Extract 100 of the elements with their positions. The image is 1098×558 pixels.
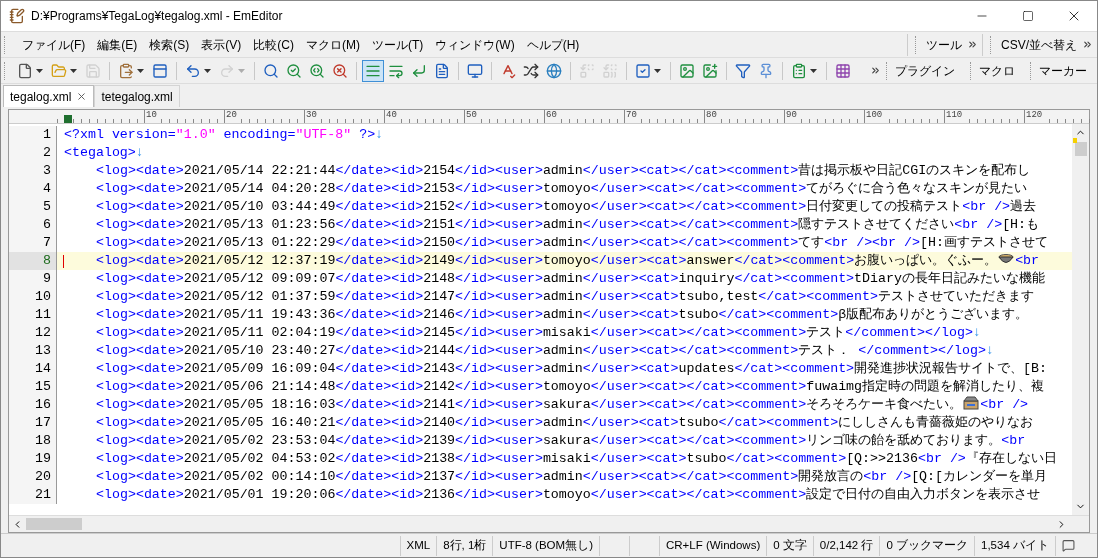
ruler-label: 110 [944, 110, 963, 123]
xml-tag: <log><date> [96, 307, 184, 322]
line-number: 4 [43, 181, 51, 196]
line-number: 2 [43, 145, 51, 160]
bowl-icon [998, 252, 1015, 266]
replace-icon [602, 62, 618, 79]
code-text: tsubo [678, 415, 719, 430]
code-text: 2021/05/10 23:40:27 [183, 343, 336, 358]
xml-tag: </comment></log> [845, 325, 973, 340]
more-icon[interactable] [1082, 39, 1093, 50]
toolbar-menu-button[interactable]: ツール [923, 35, 965, 54]
code-text: 2147 [423, 289, 456, 304]
xml-tag: </date><id> [335, 433, 424, 448]
code-text: admin [542, 163, 583, 178]
filter-icon [735, 62, 751, 79]
xml-tag: </id><user> [455, 217, 543, 232]
vertical-scrollbar[interactable] [1072, 124, 1089, 515]
new-file-icon [17, 62, 33, 79]
line-number: 13 [35, 343, 51, 358]
code-text: admin [542, 217, 583, 232]
ruler-label: 70 [624, 110, 637, 123]
line-end-mark: ↓ [135, 145, 144, 160]
code-text: 2136 [423, 487, 456, 502]
maximize-icon [1022, 10, 1034, 22]
file-tab[interactable]: tetegalog.xml [94, 85, 180, 107]
toolbar-menu-button[interactable]: プラグイン [893, 61, 963, 80]
attribute-value: "UTF-8" [295, 127, 352, 142]
xml-tag: <log><date> [96, 181, 184, 196]
xml-tag: </date><id> [335, 361, 424, 376]
message-icon[interactable] [1062, 539, 1075, 552]
xml-tag: </date><id> [335, 217, 424, 232]
more-icon[interactable] [870, 65, 881, 76]
menu-item[interactable]: 編集(E) [91, 33, 144, 56]
xml-tag: </user><cat></cat><comment> [590, 199, 807, 214]
code-text: 開発進捗状況報告サイトで、[B: [854, 361, 1048, 376]
horizontal-scrollbar[interactable] [9, 515, 1089, 532]
xml-tag: <log><date> [96, 235, 184, 250]
toolbar-menu-button[interactable]: マクロ [977, 61, 1023, 80]
notepad-icon [9, 8, 25, 24]
xml-tag: <log><date> [96, 217, 184, 232]
code-text: admin [542, 361, 583, 376]
search-icon [309, 62, 325, 79]
xml-tag: </user><cat> [582, 289, 679, 304]
line-number: 19 [35, 451, 51, 466]
code-text: 2021/05/11 02:04:19 [183, 325, 336, 340]
code-text: 2154 [423, 163, 456, 178]
code-text: admin [542, 307, 583, 322]
toolbar-menu-button[interactable]: マーカー [1037, 61, 1095, 80]
xml-tag: </user><cat></cat><comment> [590, 433, 807, 448]
menu-item[interactable]: ウィンドウ(W) [429, 33, 521, 56]
status-field: 0 ブックマーク [886, 536, 968, 555]
status-field: UTF-8 (BOM無し) [499, 536, 593, 555]
xml-tag: <log><date> [96, 163, 184, 178]
xml-tag: </user><cat></cat><comment> [590, 397, 807, 412]
code-text: 2145 [423, 325, 456, 340]
menu-item[interactable]: 表示(V) [195, 33, 248, 56]
ruler-label: 50 [464, 110, 477, 123]
code-text: 2021/05/02 00:14:10 [183, 469, 336, 484]
code-text: tsubo [686, 451, 727, 466]
ruler-label: 30 [304, 110, 317, 123]
xml-tag: </user><cat> [590, 253, 687, 268]
code-text: 2021/05/14 22:21:44 [183, 163, 336, 178]
xml-tag: </id><user> [455, 379, 543, 394]
text-cursor [63, 255, 64, 268]
line-end-mark: ↓ [375, 127, 384, 142]
code-text: tomoyo [542, 181, 591, 196]
xml-tag: </date><id> [335, 235, 424, 250]
menu-item[interactable]: マクロ(M) [300, 33, 366, 56]
menu-item[interactable]: 検索(S) [143, 33, 196, 56]
line-number: 9 [43, 271, 51, 286]
code-text: 2150 [423, 235, 456, 250]
scroll-thumb[interactable] [26, 518, 82, 530]
code-text: [H:画すテストさせて [920, 235, 1048, 250]
code-text: 2021/05/09 16:09:04 [183, 361, 336, 376]
xml-tag: </user><cat> [582, 271, 679, 286]
xml-tag: </id><user> [455, 433, 543, 448]
xml-tag: </date><id> [335, 487, 424, 502]
code-text: tomoyo [542, 253, 591, 268]
file-tab[interactable]: tegalog.xml [3, 85, 95, 107]
code-text: 2021/05/13 01:23:56 [183, 217, 336, 232]
folder-icon [51, 62, 67, 79]
xml-tag: </date><id> [335, 163, 424, 178]
xml-tag: <log><date> [96, 361, 184, 376]
xml-tag: <?xml version= [64, 127, 176, 142]
toolbar-menu-button[interactable]: CSV/並べ替え [998, 35, 1080, 54]
code-text: 2143 [423, 361, 456, 376]
code-text: 2140 [423, 415, 456, 430]
menu-item[interactable]: ファイル(F) [16, 33, 92, 56]
menu-item[interactable]: 比較(C) [247, 33, 300, 56]
menu-item[interactable]: ヘルプ(H) [520, 33, 586, 56]
code-text: 2139 [423, 433, 456, 448]
close-tab-icon[interactable] [76, 91, 88, 102]
menu-item[interactable]: ツール(T) [366, 33, 430, 56]
code-text: 日付変更しての投稿テスト [806, 199, 963, 214]
code-text: admin [542, 469, 583, 484]
code-text: tsubo [678, 307, 719, 322]
more-icon[interactable] [967, 39, 978, 50]
xml-tag: </date><id> [335, 325, 424, 340]
shuffle-icon [523, 62, 539, 79]
ruler-label: 120 [1024, 110, 1043, 123]
